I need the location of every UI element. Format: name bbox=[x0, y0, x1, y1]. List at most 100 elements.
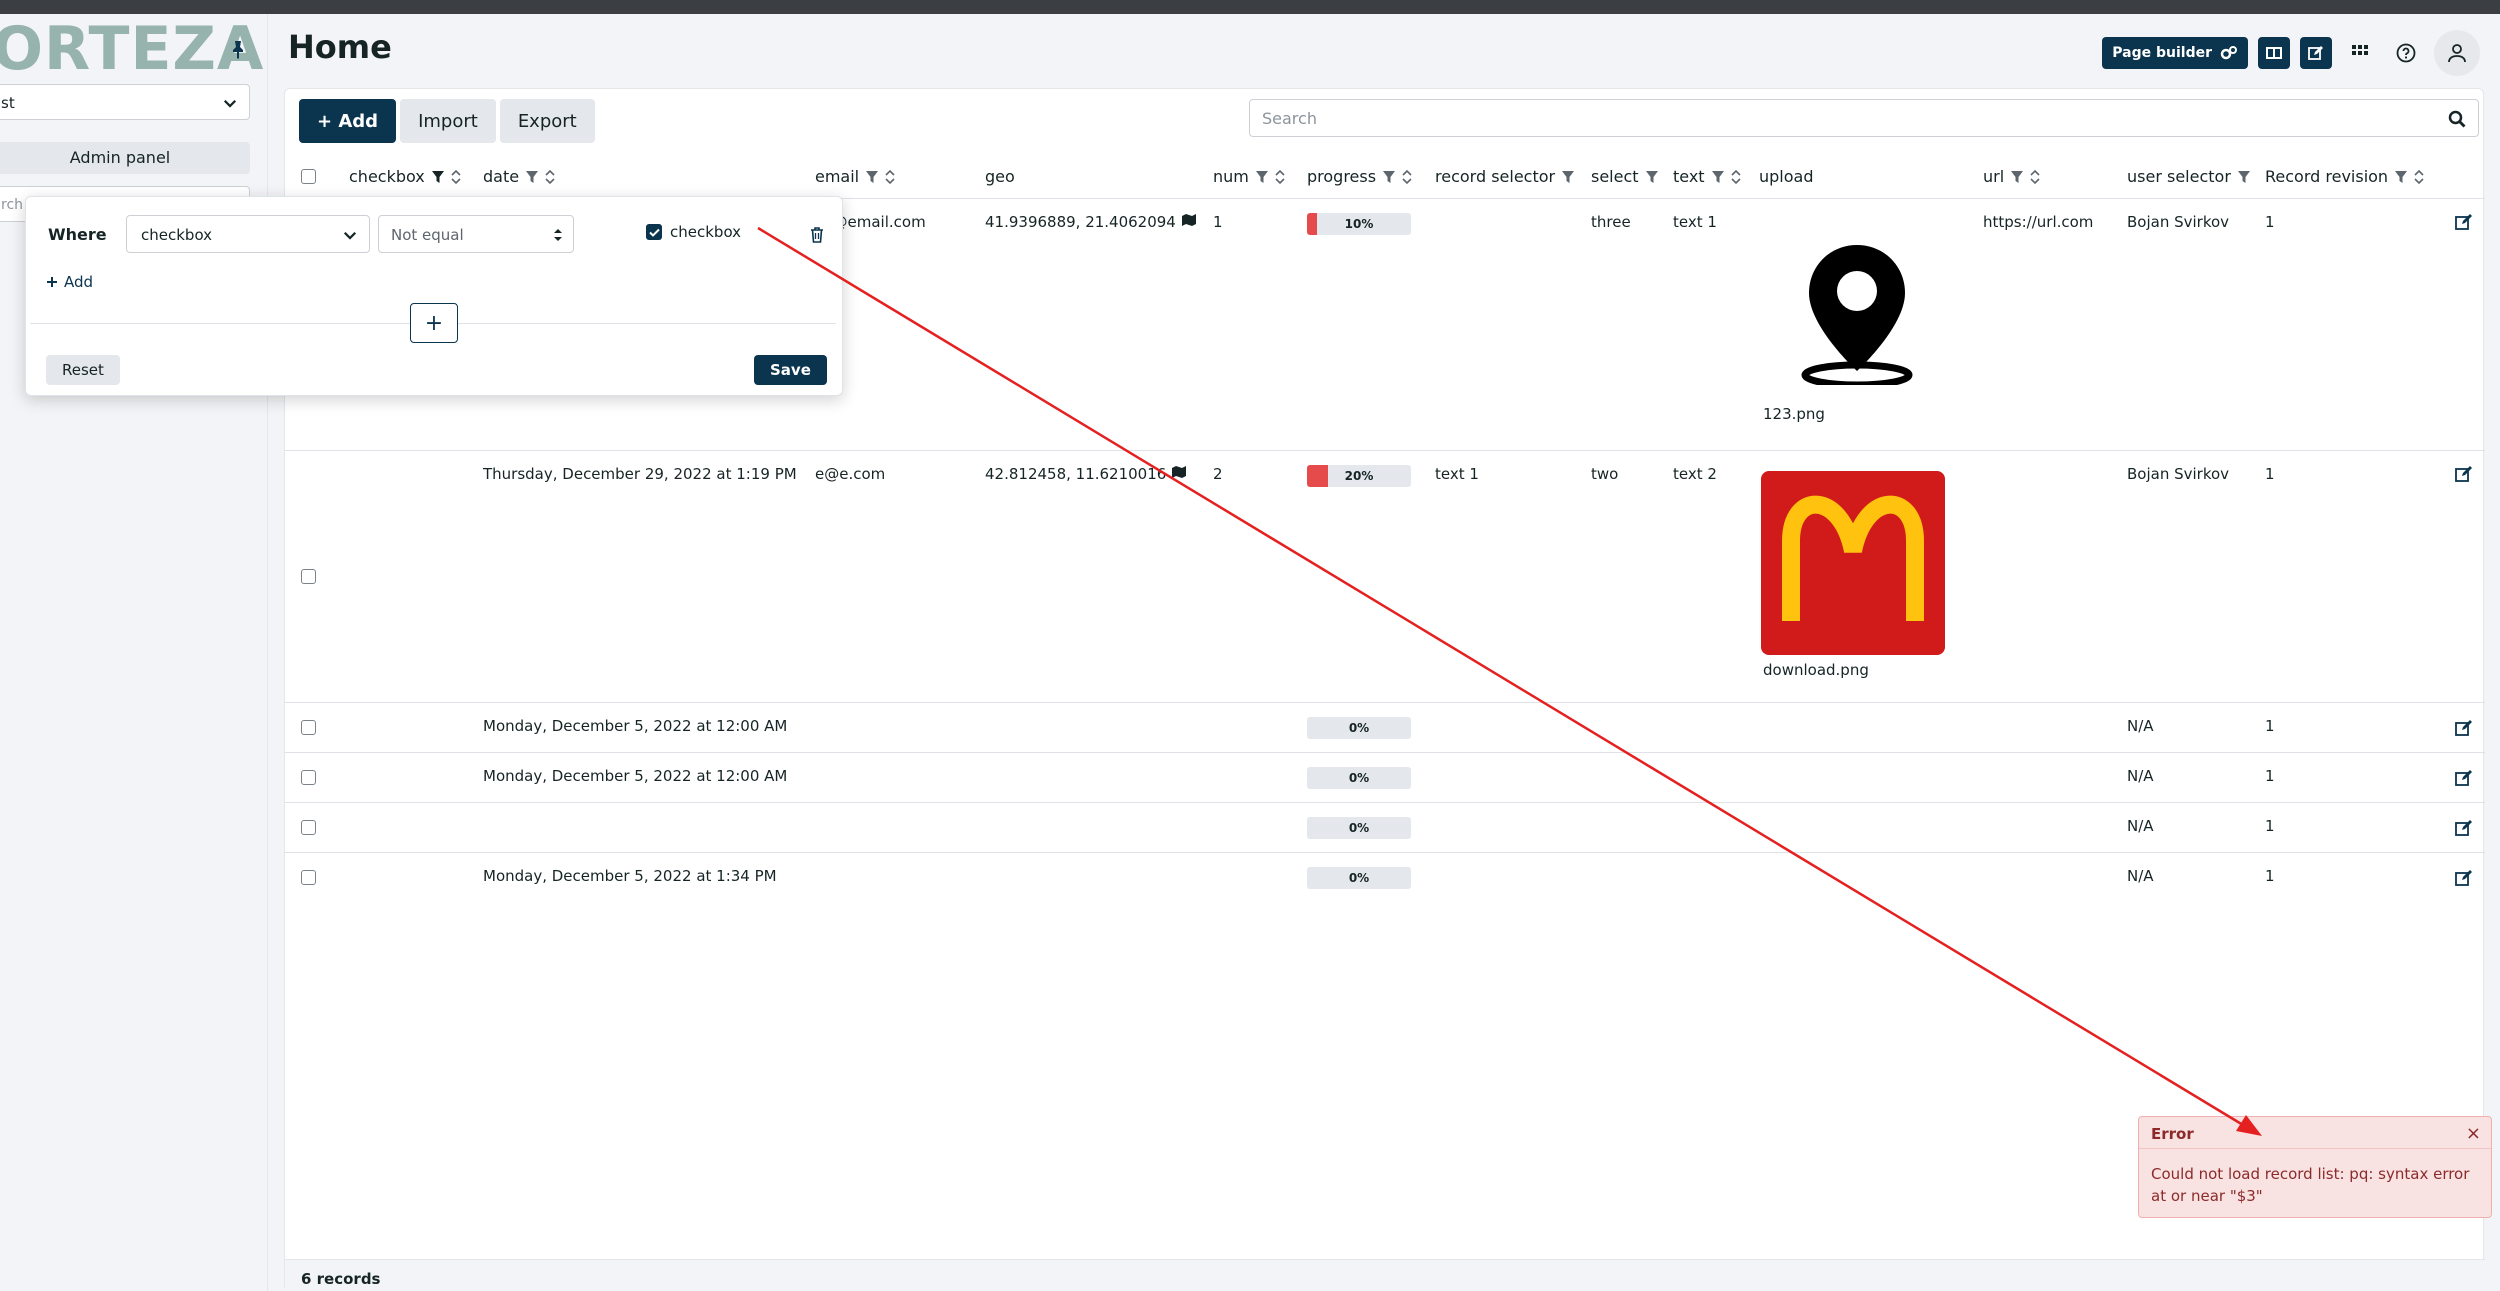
table-row[interactable]: Monday, December 5, 2022 at 1:34 PM 0% N… bbox=[285, 853, 2485, 903]
filter-value-label: checkbox bbox=[670, 223, 742, 241]
namespace-select-value: st bbox=[1, 94, 15, 112]
edit-page-button[interactable] bbox=[2300, 37, 2332, 69]
column-header-geo[interactable]: geo bbox=[985, 167, 1015, 186]
row-checkbox[interactable] bbox=[301, 770, 316, 785]
row-checkbox[interactable] bbox=[301, 820, 316, 835]
column-header-date[interactable]: date bbox=[483, 167, 555, 186]
progress-label: 0% bbox=[1348, 771, 1370, 785]
column-header-select[interactable]: select bbox=[1591, 167, 1659, 186]
column-header-record-revision[interactable]: Record revision bbox=[2265, 167, 2424, 186]
row-checkbox[interactable] bbox=[301, 720, 316, 735]
column-label: date bbox=[483, 167, 520, 186]
filter-icon[interactable] bbox=[1382, 170, 1396, 184]
sort-icon[interactable] bbox=[1731, 169, 1741, 185]
export-button[interactable]: Export bbox=[499, 99, 595, 143]
filter-save-button[interactable]: Save bbox=[754, 355, 827, 385]
sort-icon[interactable] bbox=[545, 169, 555, 185]
column-header-text[interactable]: text bbox=[1673, 167, 1741, 186]
filter-icon[interactable] bbox=[1255, 170, 1269, 184]
record-count: 6 records bbox=[301, 1270, 381, 1288]
cell-record-selector[interactable]: text 1 bbox=[1435, 465, 1479, 483]
table-row[interactable]: 0% N/A 1 bbox=[285, 803, 2485, 853]
sort-icon[interactable] bbox=[2030, 169, 2040, 185]
filter-add-label: Add bbox=[64, 273, 94, 291]
trash-icon[interactable] bbox=[810, 227, 824, 243]
sort-icon[interactable] bbox=[885, 169, 895, 185]
sort-icon[interactable] bbox=[1275, 169, 1285, 185]
filter-icon[interactable] bbox=[525, 170, 539, 184]
edit-record-icon[interactable] bbox=[2455, 819, 2473, 837]
table-row[interactable]: Monday, December 5, 2022 at 12:00 AM 0% … bbox=[285, 753, 2485, 803]
filter-icon[interactable] bbox=[2010, 170, 2024, 184]
search-icon[interactable] bbox=[2448, 110, 2466, 128]
filter-operator-select[interactable]: Not equal bbox=[378, 215, 574, 253]
cell-geo: 41.9396889, 21.4062094 bbox=[985, 213, 1197, 231]
cell-email[interactable]: e@e.com bbox=[815, 465, 885, 483]
column-header-num[interactable]: num bbox=[1213, 167, 1285, 186]
page-builder-button[interactable]: Page builder bbox=[2102, 37, 2248, 69]
column-header-user-selector[interactable]: user selector bbox=[2127, 167, 2251, 186]
sort-icon[interactable] bbox=[1402, 169, 1412, 185]
filter-icon[interactable] bbox=[1561, 170, 1575, 184]
user-menu-button[interactable] bbox=[2434, 30, 2480, 76]
select-all-checkbox[interactable] bbox=[301, 169, 316, 184]
filter-add-group-button[interactable]: + bbox=[410, 303, 458, 343]
column-label: text bbox=[1673, 167, 1705, 186]
filter-field-select[interactable]: checkbox bbox=[126, 215, 370, 253]
map-icon[interactable] bbox=[1171, 465, 1187, 479]
map-icon[interactable] bbox=[1181, 213, 1197, 227]
column-header-url[interactable]: url bbox=[1983, 167, 2040, 186]
edit-record-icon[interactable] bbox=[2455, 719, 2473, 737]
upload-filename[interactable]: 123.png bbox=[1763, 405, 1825, 423]
pin-icon[interactable] bbox=[226, 38, 250, 62]
edit-record-icon[interactable] bbox=[2455, 769, 2473, 787]
edit-record-icon[interactable] bbox=[2455, 213, 2473, 231]
column-header-upload[interactable]: upload bbox=[1759, 167, 1814, 186]
help-button[interactable] bbox=[2388, 35, 2424, 71]
filter-icon[interactable] bbox=[1645, 170, 1659, 184]
layout-button[interactable] bbox=[2258, 37, 2290, 69]
column-header-checkbox[interactable]: checkbox bbox=[349, 167, 461, 186]
column-label: record selector bbox=[1435, 167, 1556, 186]
cell-revision: 1 bbox=[2265, 767, 2275, 785]
progress-bar: 20% bbox=[1307, 465, 1411, 487]
filter-icon[interactable] bbox=[2237, 170, 2251, 184]
add-record-button[interactable]: + Add bbox=[299, 99, 397, 143]
error-title: Error bbox=[2151, 1125, 2194, 1143]
location-pin-image[interactable] bbox=[1799, 241, 1915, 385]
sidebar-search-placeholder: rch bbox=[1, 197, 24, 213]
checked-checkbox[interactable] bbox=[646, 224, 662, 240]
check-icon bbox=[648, 228, 660, 237]
record-search-input[interactable] bbox=[1250, 100, 2430, 136]
filter-popover: Where checkbox Not equal checkbox Add + … bbox=[25, 196, 843, 396]
upload-filename[interactable]: download.png bbox=[1763, 661, 1869, 679]
filter-icon[interactable] bbox=[1711, 170, 1725, 184]
sort-icon[interactable] bbox=[451, 169, 461, 185]
filter-add-condition-button[interactable]: Add bbox=[46, 273, 93, 291]
admin-panel-button[interactable]: Admin panel bbox=[0, 142, 250, 174]
column-header-progress[interactable]: progress bbox=[1307, 167, 1412, 186]
table-row[interactable]: Monday, December 5, 2022 at 12:00 AM 0% … bbox=[285, 703, 2485, 753]
cell-url[interactable]: https://url.com bbox=[1983, 213, 2093, 231]
edit-record-icon[interactable] bbox=[2455, 465, 2473, 483]
cell-date: Thursday, December 29, 2022 at 1:19 PM bbox=[483, 465, 797, 483]
filter-value-checkbox[interactable]: checkbox bbox=[646, 223, 741, 241]
apps-button[interactable] bbox=[2342, 35, 2378, 71]
namespace-select[interactable]: st bbox=[0, 84, 250, 120]
row-checkbox[interactable] bbox=[301, 569, 316, 584]
column-header-email[interactable]: email bbox=[815, 167, 895, 186]
filter-icon[interactable] bbox=[2394, 170, 2408, 184]
close-icon[interactable]: × bbox=[2466, 1123, 2481, 1144]
edit-record-icon[interactable] bbox=[2455, 869, 2473, 887]
filter-icon[interactable] bbox=[431, 170, 445, 184]
filter-reset-button[interactable]: Reset bbox=[46, 355, 120, 385]
sort-icon[interactable] bbox=[2414, 169, 2424, 185]
cell-num: 1 bbox=[1213, 213, 1223, 231]
row-checkbox[interactable] bbox=[301, 870, 316, 885]
mcdonalds-logo-image[interactable] bbox=[1761, 471, 1945, 655]
table-row[interactable]: Thursday, December 29, 2022 at 1:19 PM e… bbox=[285, 451, 2485, 703]
filter-icon[interactable] bbox=[865, 170, 879, 184]
import-button[interactable]: Import bbox=[400, 99, 496, 143]
cell-user: Bojan Svirkov bbox=[2127, 465, 2230, 483]
column-header-record-selector[interactable]: record selector bbox=[1435, 167, 1575, 186]
